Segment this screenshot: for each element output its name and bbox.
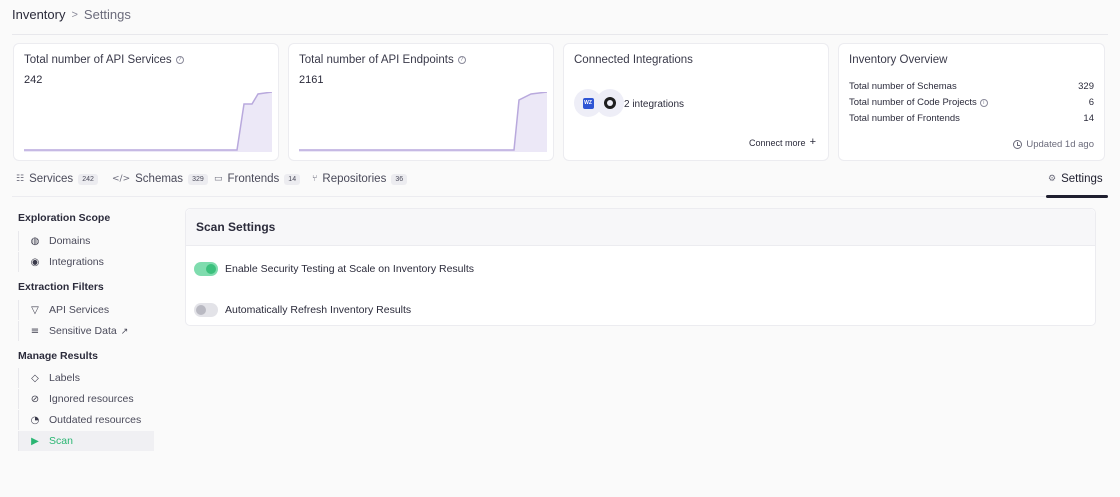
outdated-icon: ◔ [30, 414, 40, 426]
updated-timestamp: Updated 1d ago [1013, 139, 1094, 150]
sidebar-item-label: Scan [49, 435, 73, 447]
overview-value: 6 [1088, 97, 1094, 108]
github-icon [596, 89, 624, 117]
overview-label: Total number of Frontends [849, 113, 960, 124]
eye-off-icon: ⊘ [30, 393, 40, 405]
tab-services[interactable]: ☷ Services 242 [16, 173, 98, 185]
sidebar-section-extraction-filters: Extraction Filters [18, 281, 104, 293]
sidebar-item-label: Integrations [49, 256, 104, 268]
connect-more-label: Connect more [749, 137, 806, 148]
scan-settings-title: Scan Settings [186, 209, 1095, 246]
info-icon[interactable]: ? [175, 56, 184, 64]
info-icon[interactable]: i [979, 98, 988, 107]
breadcrumb-settings: Settings [83, 7, 131, 22]
sidebar-section-manage-results: Manage Results [18, 350, 98, 362]
gear-icon: ⚙ [1048, 174, 1057, 184]
auto-refresh-toggle[interactable] [194, 303, 218, 317]
inventory-overview-card: Inventory Overview Total number of Schem… [838, 43, 1105, 161]
sidebar-item-label: Outdated resources [49, 414, 142, 426]
tab-count-badge: 329 [188, 173, 208, 185]
globe-icon: ◍ [30, 235, 40, 247]
list-icon: ☷ [16, 174, 25, 184]
tab-schemas[interactable]: </> Schemas 329 [112, 173, 208, 185]
integrations-count[interactable]: 2 integrations [624, 99, 684, 110]
sidebar-item-outdated-resources[interactable]: ◔ Outdated resources [18, 410, 154, 430]
breadcrumb: Inventory > Settings [12, 7, 131, 22]
sidebar-item-label: Labels [49, 372, 80, 384]
inventory-tabs: ☷ Services 242 </> Schemas 329 ▭ Fronten… [12, 168, 1108, 198]
clock-icon [1013, 140, 1023, 149]
filter-icon: ▽ [31, 304, 39, 316]
api-services-value: 242 [24, 74, 43, 86]
breadcrumb-separator: > [71, 8, 78, 21]
external-link-icon: ↗ [120, 325, 129, 336]
plus-icon: + [809, 136, 816, 148]
api-services-card: Total number of API Services ? 242 [13, 43, 279, 161]
sidebar-section-exploration-scope: Exploration Scope [18, 212, 111, 224]
overview-value: 329 [1078, 81, 1094, 92]
overview-row-schemas: Total number of Schemas 329 [849, 81, 1094, 92]
tab-label: Settings [1061, 173, 1103, 185]
overview-row-frontends: Total number of Frontends 14 [849, 113, 1094, 124]
integration-icons[interactable]: WZ [574, 89, 624, 117]
tab-count-badge: 14 [284, 173, 301, 185]
updated-label: Updated 1d ago [1026, 139, 1094, 150]
api-endpoints-card: Total number of API Endpoints ? 2161 [288, 43, 554, 161]
toggle-row-auto-refresh: Automatically Refresh Inventory Results [194, 303, 411, 317]
tab-settings[interactable]: ⚙ Settings [1048, 173, 1103, 185]
toggle-row-security-testing: Enable Security Testing at Scale on Inve… [194, 262, 474, 276]
tab-frontends[interactable]: ▭ Frontends 14 [214, 173, 301, 185]
database-icon: ≡ [30, 325, 40, 337]
tab-label: Schemas [135, 173, 184, 185]
tab-count-badge: 36 [391, 173, 408, 185]
api-services-title-row: Total number of API Services ? [24, 54, 184, 66]
tab-repositories[interactable]: ⑂ Repositories 36 [312, 173, 408, 185]
api-endpoints-value: 2161 [299, 74, 324, 86]
overview-label: Total number of Schemas [849, 81, 957, 92]
sidebar-item-labels[interactable]: ◇ Labels [18, 368, 154, 388]
breadcrumb-inventory[interactable]: Inventory [12, 7, 65, 22]
sidebar-item-label: Ignored resources [49, 393, 134, 405]
sidebar-item-label: Sensitive Data [49, 325, 117, 337]
api-endpoints-title: Total number of API Endpoints [299, 54, 454, 66]
integration-logo-text: WZ [582, 97, 594, 109]
connect-more-button[interactable]: Connect more + [749, 137, 816, 148]
sidebar-item-label: API Services [49, 304, 110, 316]
sidebar-item-domains[interactable]: ◍ Domains [18, 231, 154, 251]
tab-label: Repositories [322, 173, 387, 185]
info-icon[interactable]: ? [457, 56, 466, 64]
inventory-overview-title: Inventory Overview [849, 54, 948, 66]
active-tab-indicator [1046, 195, 1108, 198]
api-services-sparkline [24, 92, 272, 152]
sidebar-item-label: Domains [49, 235, 91, 247]
sidebar-item-integrations[interactable]: ◉ Integrations [18, 252, 154, 272]
window-icon: ▭ [214, 174, 223, 184]
sidebar-item-scan[interactable]: ▶ Scan [18, 431, 154, 451]
api-endpoints-title-row: Total number of API Endpoints ? [299, 54, 466, 66]
sidebar-item-sensitive-data[interactable]: ≡ Sensitive Data ↗ [18, 321, 154, 341]
overview-row-code-projects: Total number of Code Projects i 6 [849, 97, 1094, 108]
header-divider [12, 34, 1108, 35]
tab-label: Services [29, 173, 74, 185]
toggle-label: Automatically Refresh Inventory Results [225, 304, 412, 316]
code-icon: </> [112, 174, 131, 184]
connected-integrations-title: Connected Integrations [574, 54, 693, 66]
overview-value: 14 [1083, 113, 1094, 124]
api-endpoints-sparkline [299, 92, 547, 152]
overview-label: Total number of Code Projects [849, 97, 977, 108]
eye-icon: ◉ [30, 256, 40, 268]
scan-settings-panel: Scan Settings Enable Security Testing at… [185, 208, 1096, 326]
sidebar-item-api-services[interactable]: ▽ API Services [18, 300, 154, 320]
security-testing-toggle[interactable] [194, 262, 218, 276]
tab-count-badge: 242 [78, 173, 98, 185]
connected-integrations-card: Connected Integrations WZ 2 integrations… [563, 43, 829, 161]
toggle-label: Enable Security Testing at Scale on Inve… [225, 263, 475, 275]
sidebar-item-ignored-resources[interactable]: ⊘ Ignored resources [18, 389, 154, 409]
tag-icon: ◇ [31, 372, 39, 384]
overview-label-wrap: Total number of Code Projects i [849, 97, 988, 108]
api-services-title: Total number of API Services [24, 54, 172, 66]
play-icon: ▶ [31, 435, 39, 447]
tab-label: Frontends [227, 173, 280, 185]
branch-icon: ⑂ [312, 174, 318, 184]
